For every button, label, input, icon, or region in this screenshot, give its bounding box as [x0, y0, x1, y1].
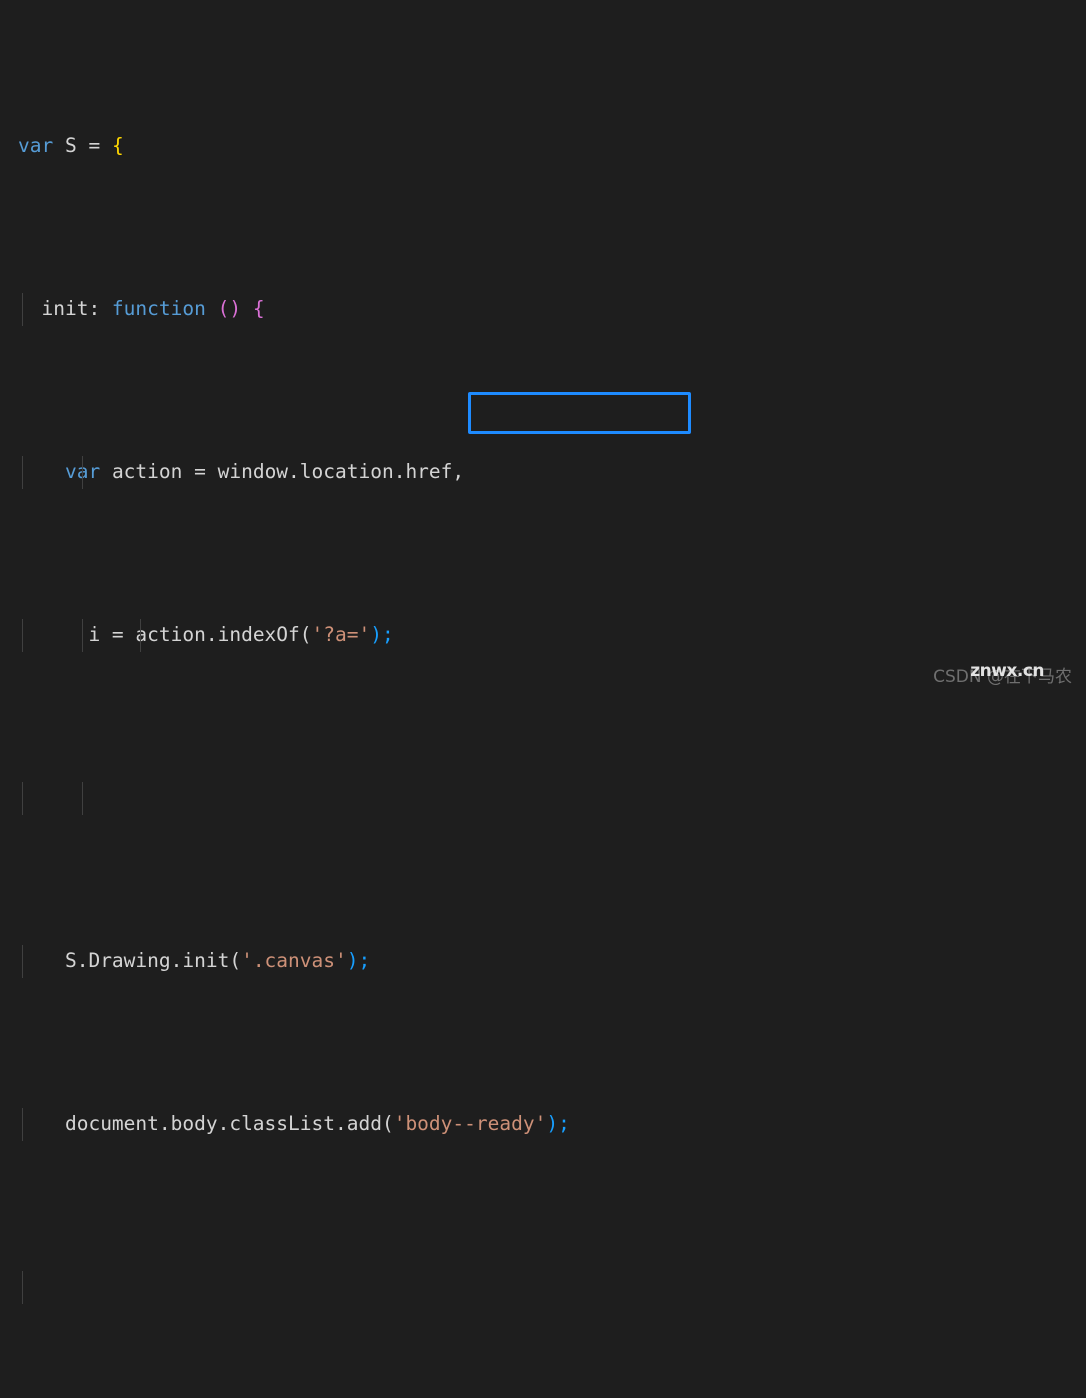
indent-guide	[22, 1271, 23, 1304]
code-line-blank[interactable]	[0, 1271, 1086, 1304]
indent-guide	[22, 1108, 23, 1141]
token-bracket: ()	[217, 297, 242, 321]
token-bracket: {	[241, 297, 265, 321]
token-property: init:	[41, 297, 101, 321]
code-editor[interactable]: var S = { init: function () { var action…	[0, 0, 1086, 1304]
code-line[interactable]: S.Drawing.init('.canvas');	[0, 945, 1086, 978]
token-keyword: var	[18, 134, 54, 158]
token-string: '?a='	[311, 623, 371, 647]
indent-guide	[22, 619, 23, 652]
token-string: 'body--ready'	[393, 1112, 547, 1136]
indent-guide	[140, 619, 141, 652]
watermark: CSDN @在下马农 znwx.cn	[902, 657, 1072, 691]
code-line[interactable]: document.body.classList.add('body--ready…	[0, 1108, 1086, 1141]
indent-guide	[22, 782, 23, 815]
token-text: i = action.indexOf(	[88, 623, 312, 647]
indent-guide	[22, 945, 23, 978]
token-keyword: function	[100, 297, 218, 321]
code-line[interactable]: i = action.indexOf('?a=');	[0, 619, 1086, 652]
code-line-blank[interactable]	[0, 782, 1086, 815]
code-line[interactable]: var action = window.location.href,	[0, 456, 1086, 489]
token-bracket: );	[546, 1112, 570, 1136]
indent-guide	[22, 293, 23, 326]
token-text: action = window.location.href,	[100, 460, 465, 484]
indent-guide	[82, 619, 83, 652]
indent-guide	[22, 456, 23, 489]
code-line[interactable]: var S = {	[0, 130, 1086, 163]
token-string: '.canvas'	[241, 949, 347, 973]
token-bracket: );	[346, 949, 371, 973]
token-text: S.Drawing.init(	[64, 949, 242, 973]
code-line[interactable]: init: function () {	[0, 293, 1086, 326]
indent-guide	[82, 456, 83, 489]
watermark-site-text: znwx.cn	[970, 661, 1044, 681]
token-bracket: {	[111, 134, 124, 158]
token-bracket: );	[370, 623, 394, 647]
code-content[interactable]: var S = { init: function () { var action…	[0, 0, 1086, 1398]
token-text: S =	[53, 134, 112, 158]
token-text: document.body.classList.add(	[64, 1112, 394, 1136]
indent-guide	[82, 782, 83, 815]
